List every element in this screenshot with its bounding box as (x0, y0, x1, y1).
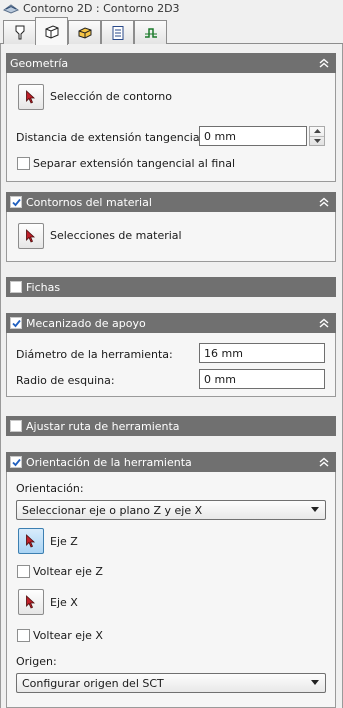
collapse-icon[interactable] (317, 455, 331, 469)
stock-contours-checkbox[interactable] (10, 196, 22, 208)
origin-select-value: Configurar origen del SCT (22, 676, 164, 690)
checkmark-icon (11, 319, 21, 327)
collapse-icon[interactable] (317, 195, 331, 209)
window-titlebar: Contorno 2D : Contorno 2D3 (0, 0, 343, 16)
flip-z-checkbox[interactable] (17, 565, 30, 578)
tabs-title: Fichas (26, 280, 61, 294)
tangential-extension-label: Distancia de extensión tangencial: (16, 131, 207, 144)
stock-contours-header[interactable]: Contornos del material (6, 192, 336, 212)
geometry-body: Selección de contorno Distancia de exten… (6, 73, 336, 182)
spin-up-icon[interactable] (310, 127, 324, 136)
rest-machining-body: Diámetro de la herramienta: 16 mm Radio … (6, 333, 336, 397)
tabs-header[interactable]: Fichas (6, 277, 336, 297)
geometry-group: Geometría Selección de contorno Distanci… (6, 53, 336, 182)
cursor-arrow-icon (26, 229, 36, 243)
contour-selection-button[interactable] (18, 84, 44, 110)
tab-heights[interactable] (68, 20, 101, 44)
flip-x-label: Voltear eje X (33, 629, 103, 642)
separate-extension-label: Separar extensión tangencial al final (33, 157, 236, 170)
tool-diameter-input[interactable]: 16 mm (199, 343, 325, 363)
tab-passes[interactable] (101, 20, 134, 44)
tabs-checkbox[interactable] (10, 281, 22, 293)
sheet-icon (112, 25, 123, 40)
origin-select[interactable]: Configurar origen del SCT (16, 673, 326, 693)
checkmark-icon (11, 458, 21, 466)
z-axis-button[interactable] (18, 528, 44, 554)
rest-machining-title: Mecanizado de apoyo (26, 316, 146, 330)
properties-panel: Geometría Selección de contorno Distanci… (0, 44, 343, 708)
z-axis-label: Eje Z (50, 535, 78, 548)
flip-z-label: Voltear eje Z (33, 565, 103, 578)
tool-diameter-label: Diámetro de la herramienta: (16, 348, 173, 361)
tool-orientation-group: Orientación de la herramienta Orientació… (6, 452, 336, 708)
tab-linking[interactable] (134, 20, 167, 44)
rest-machining-checkbox[interactable] (10, 317, 22, 329)
geometry-header[interactable]: Geometría (6, 53, 336, 73)
tab-tool[interactable] (3, 20, 36, 44)
spin-down-icon[interactable] (310, 135, 324, 146)
flip-x-checkbox[interactable] (17, 629, 30, 642)
stock-contours-group: Contornos del material Selecciones de ma… (6, 192, 336, 262)
stock-selection-label: Selecciones de material (50, 229, 182, 242)
tab-geometry[interactable] (35, 17, 68, 45)
stock-contours-body: Selecciones de material (6, 212, 336, 262)
tool-orientation-title: Orientación de la herramienta (26, 455, 192, 469)
tool-orientation-body: Orientación: Seleccionar eje o plano Z y… (6, 472, 336, 708)
rest-machining-group: Mecanizado de apoyo Diámetro de la herra… (6, 313, 336, 397)
cursor-arrow-icon (26, 534, 36, 548)
adjust-toolpath-checkbox[interactable] (10, 420, 22, 432)
corner-radius-input[interactable]: 0 mm (199, 369, 325, 389)
orientation-select-value: Seleccionar eje o plano Z y eje X (22, 503, 203, 517)
tangential-extension-spinner[interactable] (309, 126, 325, 146)
collapse-icon[interactable] (317, 316, 331, 330)
origin-label: Origen: (16, 655, 57, 668)
operation-tabs (0, 16, 343, 45)
orientation-label: Orientación: (16, 482, 84, 495)
adjust-toolpath-group: Ajustar ruta de herramienta (6, 416, 336, 436)
rest-machining-header[interactable]: Mecanizado de apoyo (6, 313, 336, 333)
setup-icon (78, 26, 91, 39)
contour-2d-icon (3, 4, 19, 14)
cursor-arrow-icon (26, 595, 36, 609)
stock-icon (45, 24, 58, 39)
orientation-select[interactable]: Seleccionar eje o plano Z y eje X (16, 500, 326, 520)
tool-orientation-header[interactable]: Orientación de la herramienta (6, 452, 336, 472)
x-axis-button[interactable] (18, 589, 44, 615)
window-title: Contorno 2D : Contorno 2D3 (23, 1, 180, 15)
collapse-icon[interactable] (317, 56, 331, 70)
tangential-extension-input[interactable]: 0 mm (199, 126, 307, 146)
cursor-arrow-icon (26, 90, 36, 104)
tool-orientation-checkbox[interactable] (10, 456, 22, 468)
checkmark-icon (11, 198, 21, 206)
chevron-down-icon (311, 680, 319, 685)
tabs-group: Fichas (6, 277, 336, 297)
stock-contours-title: Contornos del material (26, 195, 152, 209)
stock-selection-button[interactable] (18, 223, 44, 249)
adjust-toolpath-header[interactable]: Ajustar ruta de herramienta (6, 416, 336, 436)
contour-selection-label: Selección de contorno (50, 90, 172, 103)
linking-icon (144, 27, 157, 38)
corner-radius-label: Radio de esquina: (16, 374, 115, 387)
separate-extension-checkbox[interactable] (17, 157, 30, 170)
tool-icon (15, 25, 24, 39)
chevron-down-icon (311, 507, 319, 512)
x-axis-label: Eje X (50, 596, 78, 609)
geometry-title: Geometría (10, 56, 69, 70)
adjust-toolpath-title: Ajustar ruta de herramienta (26, 419, 180, 433)
